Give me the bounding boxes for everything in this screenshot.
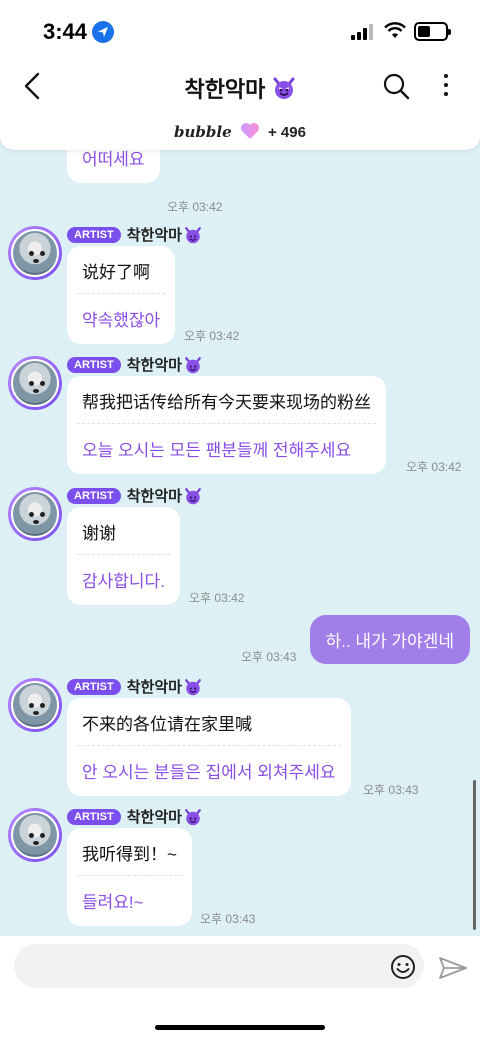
message-card[interactable]: 谢谢 감사합니다.	[67, 507, 180, 605]
devil-emoji-icon	[185, 226, 201, 243]
message-translation: 어떠세요	[82, 150, 145, 169]
message-time: 오후 03:43	[200, 912, 256, 926]
message-original: 说好了啊	[82, 263, 150, 282]
avatar[interactable]	[8, 226, 62, 280]
location-arrow-icon	[92, 21, 114, 43]
message-card[interactable]: 我听得到！~ 들려요!~	[67, 828, 192, 926]
devil-emoji-icon	[185, 678, 201, 695]
message-original: 帮我把话传给所有今天要来现场的粉丝	[82, 393, 371, 412]
chat-header: 착한악마 bubble + 496	[0, 60, 480, 150]
bubble-count: + 496	[268, 124, 306, 141]
sender-line: ARTIST 착한악마	[67, 354, 202, 374]
search-icon[interactable]	[382, 72, 410, 100]
artist-badge: ARTIST	[67, 487, 121, 504]
avatar[interactable]	[8, 356, 62, 410]
sender-name: 착한악마	[126, 357, 182, 374]
message-original: 谢谢	[82, 524, 116, 543]
sender-line: ARTIST 착한악마	[67, 806, 202, 826]
scrollbar[interactable]	[473, 780, 476, 930]
message-time: 오후 03:43	[241, 650, 297, 664]
message-card[interactable]: 어떠세요	[67, 150, 160, 183]
devil-emoji-icon	[185, 487, 201, 504]
message-translation: 들려요!~	[82, 893, 144, 912]
message-time: 오후 03:42	[189, 591, 245, 605]
heart-icon	[240, 123, 259, 139]
message-original: 我听得到！~	[82, 845, 177, 864]
wifi-icon	[384, 22, 406, 38]
artist-badge: ARTIST	[67, 808, 121, 825]
message-card[interactable]: 不来的各位请在家里喊 안 오시는 분들은 집에서 외쳐주세요	[67, 698, 351, 796]
message-time: 오후 03:42	[167, 200, 223, 214]
avatar[interactable]	[8, 678, 62, 732]
devil-emoji-icon	[185, 356, 201, 373]
message-card[interactable]: 说好了啊 약속했잖아	[67, 246, 176, 344]
artist-badge: ARTIST	[67, 678, 121, 695]
message-composer	[0, 936, 480, 1039]
message-input[interactable]	[14, 944, 424, 988]
chat-list[interactable]: 어떠세요 오후 03:42 ARTIST 착한악마 说好了啊 약속했잖아 오후 0…	[0, 150, 480, 936]
send-icon[interactable]	[438, 954, 468, 982]
sender-line: ARTIST 착한악마	[67, 676, 202, 696]
message-translation: 약속했잖아	[82, 311, 161, 330]
my-message-bubble[interactable]: 하.. 내가 가야겐네	[309, 615, 470, 664]
more-vertical-icon[interactable]	[440, 72, 452, 98]
message-translation: 오늘 오시는 모든 팬분들께 전해주세요	[82, 441, 352, 460]
message-time: 오후 03:42	[184, 329, 240, 343]
avatar[interactable]	[8, 487, 62, 541]
sender-line: ARTIST 착한악마	[67, 224, 202, 244]
home-indicator	[155, 1025, 325, 1030]
bubble-brand: bubble	[174, 123, 232, 141]
devil-emoji-icon	[185, 808, 201, 825]
message-card[interactable]: 帮我把话传给所有今天要来现场的粉丝 오늘 오시는 모든 팬분들께 전해주세요	[67, 376, 386, 474]
artist-badge: ARTIST	[67, 226, 121, 243]
devil-emoji-icon	[273, 77, 295, 99]
chat-title-text: 착한악마	[184, 77, 266, 102]
sender-name: 착한악마	[126, 809, 182, 826]
status-time: 3:44	[43, 19, 88, 44]
avatar[interactable]	[8, 808, 62, 862]
signal-icon	[351, 24, 375, 40]
battery-icon	[414, 22, 451, 41]
message-translation: 안 오시는 분들은 집에서 외쳐주세요	[82, 763, 336, 782]
message-original: 不来的各位请在家里喊	[82, 715, 252, 734]
emoji-icon[interactable]	[390, 954, 416, 980]
bubble-subscription-bar[interactable]: bubble + 496	[0, 122, 480, 141]
sender-name: 착한악마	[126, 227, 182, 244]
sender-name: 착한악마	[126, 679, 182, 696]
message-translation: 감사합니다.	[82, 572, 165, 591]
sender-name: 착한악마	[126, 488, 182, 505]
message-time: 오후 03:43	[363, 783, 419, 797]
artist-badge: ARTIST	[67, 356, 121, 373]
message-time: 오후 03:42	[406, 460, 462, 474]
status-bar: 3:44	[0, 0, 480, 60]
sender-line: ARTIST 착한악마	[67, 485, 202, 505]
